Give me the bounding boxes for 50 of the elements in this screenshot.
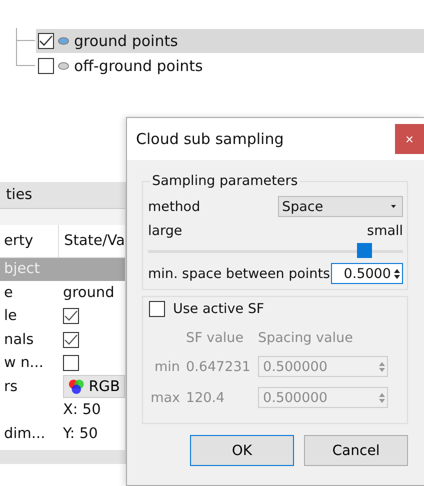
row-label: max bbox=[150, 390, 181, 406]
column-header: erty bbox=[3, 233, 34, 249]
spinner-arrows-icon bbox=[379, 392, 385, 404]
cloud-icon bbox=[58, 36, 69, 44]
field-label: min. space between points bbox=[148, 266, 330, 282]
checkbox[interactable] bbox=[149, 301, 165, 317]
slider[interactable] bbox=[148, 241, 403, 261]
property-value: Y: 50 bbox=[63, 426, 98, 442]
checkbox[interactable] bbox=[63, 355, 79, 372]
checkbox-label: Use active SF bbox=[173, 301, 264, 317]
column-header: SF value bbox=[186, 330, 245, 346]
cloud-icon bbox=[58, 62, 69, 70]
group-row: bject bbox=[0, 258, 125, 281]
property-name: e bbox=[4, 284, 13, 301]
checkbox[interactable] bbox=[63, 332, 79, 348]
slider-label: small bbox=[367, 223, 403, 239]
group-title: Sampling parameters bbox=[150, 173, 300, 189]
slider-thumb[interactable] bbox=[356, 243, 372, 258]
row-label: min bbox=[154, 358, 181, 374]
caret-icon bbox=[391, 205, 396, 208]
tree-item[interactable]: ground points bbox=[36, 28, 424, 52]
panel-title: ties bbox=[0, 182, 125, 209]
checkbox[interactable] bbox=[38, 32, 54, 48]
dialog-button[interactable]: OK bbox=[190, 435, 294, 466]
property-name: w n... bbox=[4, 355, 44, 372]
field-label: method bbox=[148, 198, 200, 214]
property-name: dim... bbox=[4, 426, 46, 442]
slider-label: large bbox=[148, 223, 182, 239]
checkbox[interactable] bbox=[38, 58, 54, 74]
method-dropdown[interactable]: Space bbox=[278, 196, 403, 217]
property-value: ground bbox=[63, 284, 114, 301]
close-button[interactable]: × bbox=[395, 124, 424, 154]
rgb-icon bbox=[68, 378, 85, 396]
sf-value: 120.4 bbox=[186, 390, 226, 406]
property-name: nals bbox=[4, 332, 34, 348]
spinner-arrows-icon bbox=[379, 360, 385, 372]
tree-item[interactable]: off-ground points bbox=[36, 54, 424, 78]
checkbox[interactable] bbox=[63, 308, 79, 324]
dialog-title: Cloud sub sampling bbox=[136, 130, 284, 148]
column-header: State/Va bbox=[58, 225, 125, 257]
sf-value: 0.647231 bbox=[186, 358, 252, 374]
scroll-bar[interactable] bbox=[0, 450, 125, 464]
color-button[interactable]: RGB bbox=[63, 375, 125, 398]
dialog-button[interactable]: Cancel bbox=[304, 435, 408, 466]
column-header: Spacing value bbox=[258, 330, 354, 346]
spin-box[interactable]: 0.5000 bbox=[331, 263, 403, 284]
property-name: rs bbox=[4, 378, 18, 395]
property-name: le bbox=[4, 308, 17, 324]
property-value: X: 50 bbox=[63, 402, 101, 418]
spinner-arrows-icon bbox=[394, 268, 400, 280]
